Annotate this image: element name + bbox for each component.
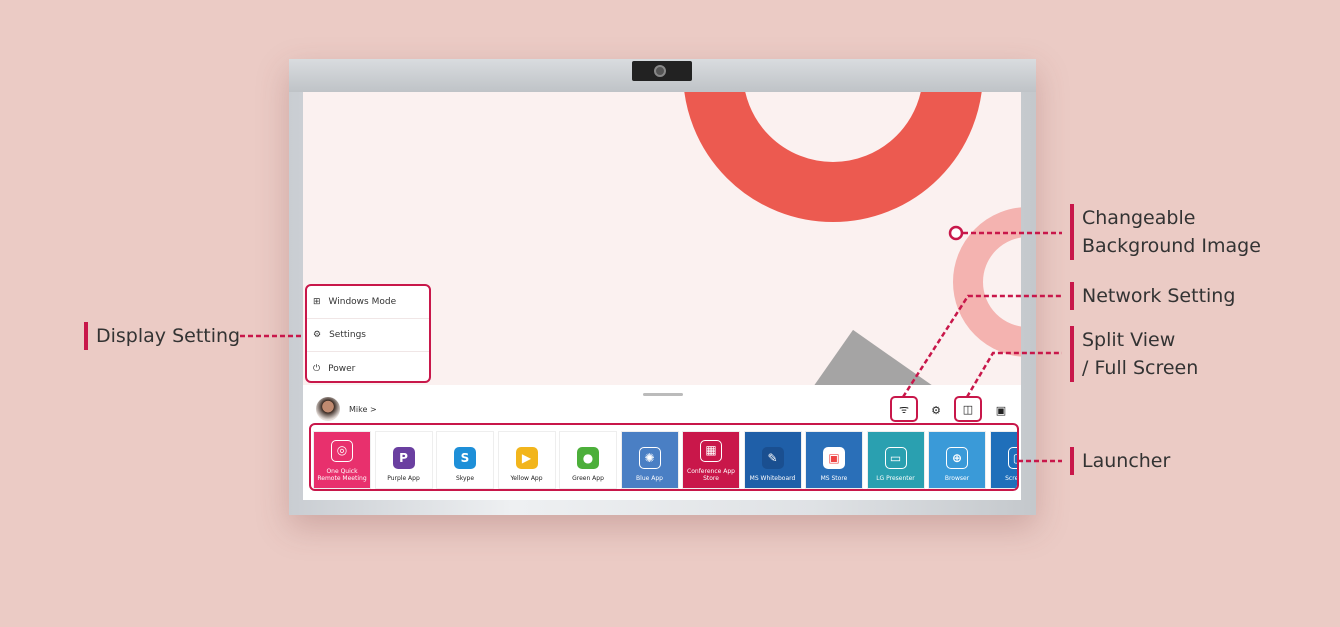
- label-background: Changeable Background Image: [1070, 204, 1261, 260]
- label-split-view: Split View / Full Screen: [1070, 326, 1198, 382]
- network-line: [901, 294, 1062, 398]
- label-display-setting: Display Setting: [84, 322, 240, 350]
- background-marker: [948, 225, 964, 241]
- label-network: Network Setting: [1070, 282, 1235, 310]
- label-launcher: Launcher: [1070, 447, 1170, 475]
- annotation-lines: [240, 225, 1062, 463]
- split-line: [965, 351, 1062, 398]
